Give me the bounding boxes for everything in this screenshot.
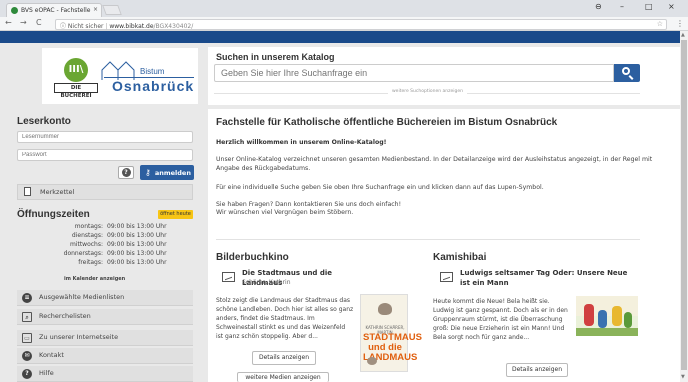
url-field[interactable]: ⓘ Nicht sicher | www.bibkat.de/BGX430402…	[55, 19, 667, 30]
logo-city: Osnabrück	[112, 78, 195, 94]
bilderbuchkino-description: Stolz zeigt die Landmaus der Stadtmaus d…	[216, 297, 354, 340]
sidebar-item-label: Zu unserer Internetseite	[39, 333, 119, 341]
hours-row: montags: 09:00 bis 13:00 Uhr	[74, 223, 167, 230]
security-indicator[interactable]: ⓘ Nicht sicher	[60, 23, 103, 30]
account-icon[interactable]: ⊖	[595, 2, 602, 11]
image-icon	[222, 272, 235, 282]
search-title: Suchen in unserem Katalog	[216, 52, 335, 62]
site-logo[interactable]: III\ DIE BÜCHEREI Bistum Osnabrück	[42, 48, 198, 104]
maximize-button[interactable]: □	[645, 2, 653, 11]
reload-button[interactable]: C	[36, 18, 42, 27]
bilderbuchkino-cover[interactable]: KATHRIN SCHÄRER, MARTIN STADTMAUS und di…	[360, 294, 422, 372]
sidebar-item-label: Ausgewählte Medienlisten	[39, 293, 125, 301]
account-heading: Leserkonto	[17, 116, 71, 127]
sidebar-item-label: Recherchelisten	[39, 312, 91, 320]
search-icon	[622, 67, 630, 75]
kamishibai-cover[interactable]	[576, 296, 638, 336]
password-input[interactable]	[17, 149, 193, 161]
help-circle-icon: ?	[22, 369, 32, 379]
minimize-button[interactable]: –	[620, 2, 624, 11]
favicon-icon	[11, 7, 18, 14]
kamishibai-details-button[interactable]: Details anzeigen	[506, 363, 568, 377]
window-icon: ▭	[22, 333, 32, 343]
site-top-band	[0, 31, 680, 43]
welcome-text: Herzlich willkommen in unserem Online-Ka…	[216, 139, 387, 146]
page-title: Fachstelle für Katholische öffentliche B…	[216, 117, 558, 128]
address-bar: ← → C ⓘ Nicht sicher | www.bibkat.de/BGX…	[0, 17, 688, 31]
mouse-illustration	[378, 303, 392, 315]
merkzettel-link[interactable]: Merkzettel	[17, 184, 193, 200]
help-icon: ?	[121, 168, 131, 177]
intro-paragraph-3b: Wir wünschen viel Vergnügen beim Stöbern…	[216, 209, 354, 216]
scroll-up-icon[interactable]: ▲	[681, 32, 685, 38]
bookmark-star-icon[interactable]: ☆	[657, 20, 663, 28]
bilderbuchkino-details-button[interactable]: Details anzeigen	[252, 351, 316, 365]
browser-menu-icon[interactable]: ⋮	[676, 19, 684, 28]
url-path: /BGX430402/	[153, 23, 194, 30]
more-search-options-link[interactable]: weitere Suchoptionen anzeigen	[388, 89, 467, 94]
hours-row: donnerstags: 09:00 bis 13:00 Uhr	[63, 250, 167, 257]
page-scrollbar-thumb[interactable]	[681, 40, 687, 370]
sidebar-item-label: Kontakt	[39, 351, 64, 359]
tab-close-icon[interactable]: ×	[93, 6, 98, 13]
sidebar-item-website[interactable]: ▭ Zu unserer Internetseite	[17, 330, 193, 346]
child-illustration	[624, 312, 632, 328]
sidebar-item-help[interactable]: ? Hilfe	[17, 366, 193, 382]
more-media-button[interactable]: weitere Medien anzeigen	[237, 372, 329, 382]
tab-title: BVS eOPAC - Fachstelle	[21, 7, 91, 14]
bilderbuchkino-author: Schärer, Kathrin	[242, 279, 291, 286]
search-input[interactable]	[214, 64, 614, 82]
child-illustration	[612, 306, 622, 326]
opening-hours-heading: Öffnungszeiten	[17, 209, 90, 220]
reader-number-input[interactable]	[17, 131, 193, 143]
kamishibai-heading: Kamishibai	[433, 252, 487, 263]
sidebar-item-research-lists[interactable]: ⌕ Recherchelisten	[17, 309, 193, 325]
cover-ground	[576, 328, 638, 336]
merkzettel-label: Merkzettel	[40, 188, 75, 196]
sidebar-item-contact[interactable]: ✉ Kontakt	[17, 348, 193, 364]
intro-paragraph-1: Unser Online-Katalog verzeichnet unseren…	[216, 156, 653, 172]
sidebar-item-label: Hilfe	[39, 369, 54, 377]
key-icon: ⚷	[145, 168, 151, 177]
close-window-button[interactable]: ×	[668, 2, 675, 11]
login-help-button[interactable]: ?	[118, 166, 134, 179]
list-icon: ≡	[22, 293, 32, 303]
child-illustration	[584, 304, 594, 326]
intro-paragraph-2: Für eine individuelle Suche geben Sie ob…	[216, 184, 544, 191]
login-label: anmelden	[154, 169, 191, 177]
hours-row: freitags: 09:00 bis 13:00 Uhr	[78, 259, 167, 266]
search-icon-handle	[628, 75, 634, 80]
url-host: www.bibkat.de	[109, 23, 154, 30]
logo-bistum: Bistum	[140, 67, 165, 76]
search-button[interactable]	[614, 64, 640, 82]
mouse-illustration	[367, 357, 377, 365]
notepad-icon	[24, 187, 31, 196]
section-separator	[216, 239, 640, 240]
hours-row: mittwochs: 09:00 bis 13:00 Uhr	[69, 241, 167, 248]
child-illustration	[598, 310, 607, 328]
scroll-down-icon[interactable]: ▼	[681, 374, 685, 380]
browser-tab[interactable]: BVS eOPAC - Fachstelle ×	[6, 3, 102, 17]
sidebar-item-media-lists[interactable]: ≡ Ausgewählte Medienlisten	[17, 290, 193, 306]
logo-buecherei-label: DIE BÜCHEREI	[54, 83, 98, 99]
open-today-badge: öffnet heute	[158, 210, 193, 219]
forward-button[interactable]: →	[20, 18, 27, 27]
opening-hours-list: montags: 09:00 bis 13:00 Uhr dienstags: 09…	[17, 223, 193, 268]
logo-circle: III\	[64, 58, 88, 82]
new-tab-button[interactable]	[102, 5, 122, 15]
login-button[interactable]: ⚷ anmelden	[140, 165, 194, 180]
kamishibai-title[interactable]: Ludwigs seltsamer Tag Oder: Unsere Neue …	[460, 268, 635, 288]
hours-row: dienstags: 09:00 bis 13:00 Uhr	[71, 232, 167, 239]
browser-tabbar: BVS eOPAC - Fachstelle × ⊖ – □ ×	[0, 0, 688, 17]
back-button[interactable]: ←	[5, 18, 12, 27]
more-search-options[interactable]: weitere Suchoptionen anzeigen	[214, 89, 640, 98]
section-divider	[208, 105, 680, 109]
image-icon	[440, 272, 453, 282]
mail-icon: ✉	[22, 351, 32, 361]
kamishibai-description: Heute kommt die Neue! Bela heißt sie. Lu…	[433, 298, 568, 341]
bilderbuchkino-heading: Bilderbuchkino	[216, 252, 289, 263]
search-list-icon: ⌕	[22, 312, 32, 322]
calendar-link[interactable]: im Kalender anzeigen	[64, 276, 125, 282]
